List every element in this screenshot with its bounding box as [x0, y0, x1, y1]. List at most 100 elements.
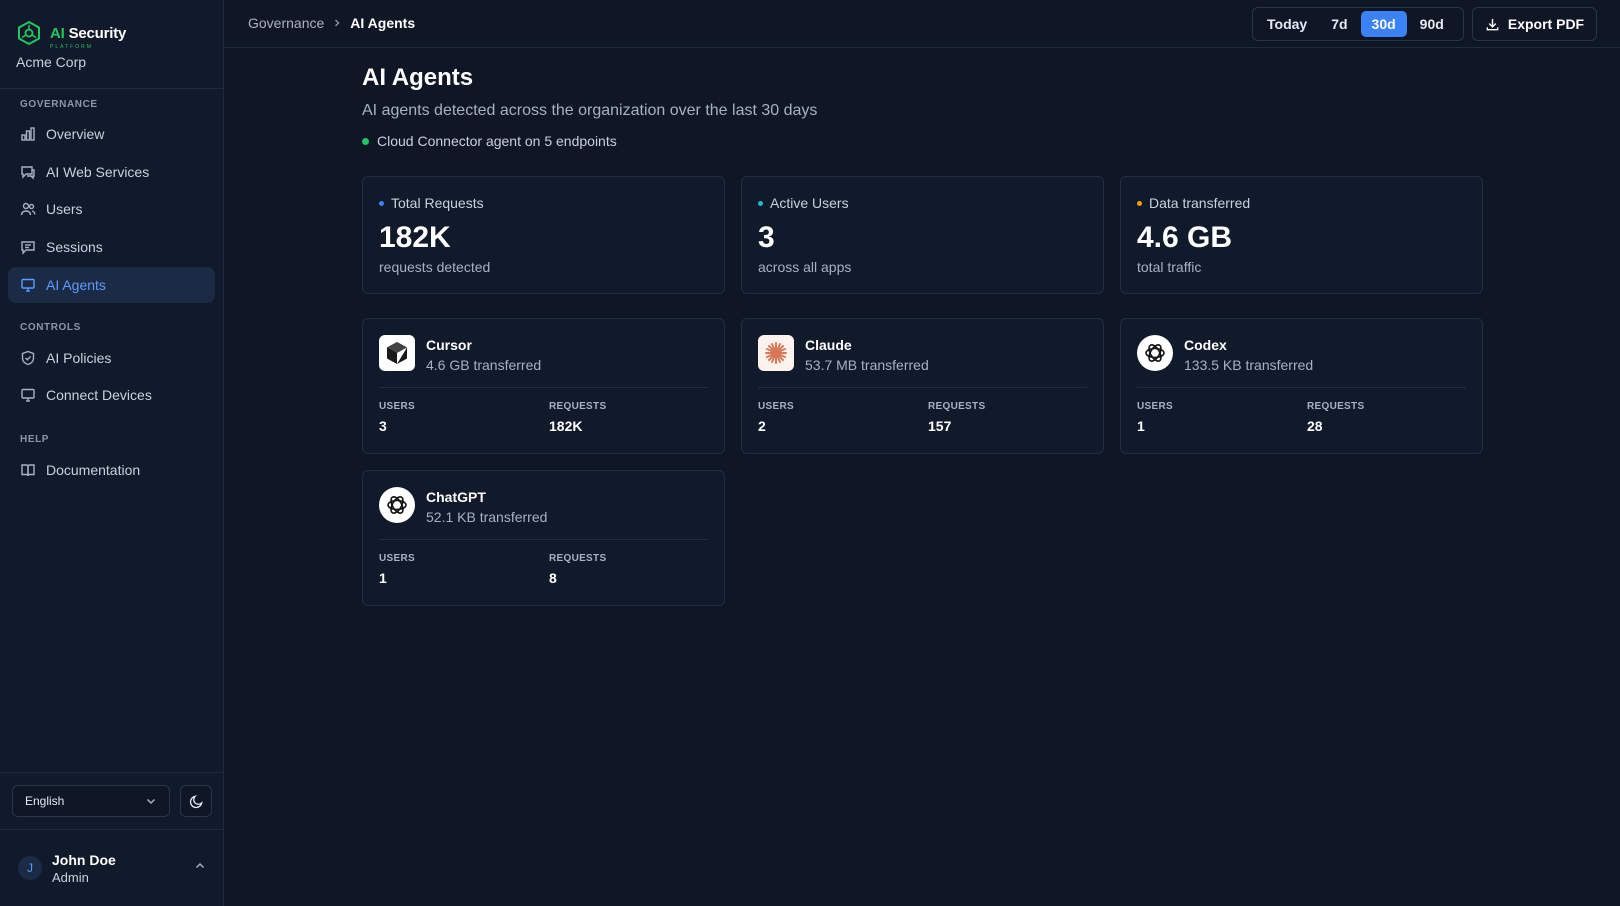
- divider: [758, 387, 1087, 388]
- stat-caption: requests detected: [379, 259, 491, 275]
- range-today-button[interactable]: Today: [1256, 11, 1318, 37]
- stat-value: 3: [758, 221, 775, 254]
- stat-value: 4.6 GB: [1137, 221, 1233, 254]
- monitor-icon: [21, 278, 35, 292]
- requests-label: REQUESTS: [928, 401, 986, 412]
- agent-name: ChatGPT: [426, 489, 486, 505]
- stat-label: Total Requests: [391, 195, 484, 211]
- connector-status: Cloud Connector agent on 5 endpoints: [362, 133, 617, 149]
- sidebar-item-label: AI Web Services: [46, 164, 150, 180]
- date-range-selector: Today 7d 30d 90d: [1252, 7, 1464, 41]
- agent-name: Claude: [805, 337, 852, 353]
- download-icon: [1486, 18, 1499, 30]
- range-7d-button[interactable]: 7d: [1320, 11, 1358, 37]
- sidebar-item-label: Sessions: [46, 239, 103, 255]
- export-pdf-button[interactable]: Export PDF: [1472, 7, 1597, 41]
- agent-name: Cursor: [426, 337, 472, 353]
- chevron-up-icon: [195, 862, 205, 869]
- stat-label: Active Users: [770, 195, 849, 211]
- divider: [379, 539, 708, 540]
- status-dot: [362, 137, 369, 145]
- users-label: USERS: [379, 401, 415, 412]
- divider: [0, 88, 224, 89]
- agent-transfer: 4.6 GB transferred: [426, 357, 542, 373]
- stat-card-total-requests: Total Requests 182K requests detected: [362, 176, 725, 294]
- agent-name: Codex: [1184, 337, 1227, 353]
- users-value: 2: [758, 418, 766, 434]
- cursor-logo-icon: [379, 335, 415, 371]
- breadcrumb-current: AI Agents: [350, 15, 416, 31]
- stat-value: 182K: [379, 221, 451, 254]
- agent-card-chatgpt[interactable]: ChatGPT 52.1 KB transferred USERS 1 REQU…: [362, 470, 725, 606]
- avatar: J: [18, 856, 42, 880]
- agent-transfer: 53.7 MB transferred: [805, 357, 929, 373]
- message-icon: [21, 241, 35, 255]
- breadcrumb-governance[interactable]: Governance: [248, 15, 324, 31]
- sidebar-item-documentation[interactable]: Documentation: [8, 452, 215, 488]
- sidebar-item-overview[interactable]: Overview: [8, 116, 215, 152]
- requests-label: REQUESTS: [549, 401, 607, 412]
- sidebar-item-label: Overview: [46, 126, 105, 142]
- brand-name: AI Security: [50, 24, 127, 42]
- sidebar-item-label: Connect Devices: [46, 387, 152, 403]
- users-label: USERS: [758, 401, 794, 412]
- stat-dot: [379, 200, 384, 206]
- section-label-help: HELP: [20, 434, 50, 445]
- users-icon: [20, 202, 36, 216]
- sidebar-item-ai-web-services[interactable]: AI Web Services: [8, 154, 215, 190]
- range-90d-button[interactable]: 90d: [1409, 11, 1455, 37]
- chevron-down-icon: [146, 798, 156, 805]
- sidebar-item-users[interactable]: Users: [8, 191, 215, 227]
- section-label-governance: GOVERNANCE: [20, 99, 98, 110]
- stat-dot: [1137, 200, 1142, 206]
- sidebar-item-label: AI Agents: [46, 277, 106, 293]
- openai-logo-icon: [379, 487, 415, 523]
- stat-dot: [758, 200, 763, 206]
- breadcrumb: Governance AI Agents: [248, 15, 415, 31]
- users-value: 1: [379, 570, 387, 586]
- chat-icon: [21, 166, 35, 180]
- theme-toggle-button[interactable]: [180, 785, 212, 817]
- sidebar-item-label: AI Policies: [46, 350, 112, 366]
- agent-transfer: 52.1 KB transferred: [426, 509, 548, 525]
- user-role: Admin: [52, 869, 89, 885]
- stat-card-data-transferred: Data transferred 4.6 GB total traffic: [1120, 176, 1483, 294]
- requests-value: 182K: [549, 418, 583, 434]
- requests-value: 8: [549, 570, 557, 586]
- divider: [1137, 387, 1466, 388]
- export-label: Export PDF: [1507, 16, 1585, 32]
- openai-logo-icon: [1137, 335, 1173, 371]
- requests-label: REQUESTS: [1307, 401, 1365, 412]
- moon-icon: [189, 794, 203, 808]
- stat-card-active-users: Active Users 3 across all apps: [741, 176, 1104, 294]
- divider: [0, 772, 224, 773]
- users-label: USERS: [379, 553, 415, 564]
- agent-card-claude[interactable]: Claude 53.7 MB transferred USERS 2 REQUE…: [741, 318, 1104, 454]
- sidebar-item-connect-devices[interactable]: Connect Devices: [8, 377, 215, 413]
- page-title: AI Agents: [362, 64, 474, 91]
- section-label-controls: CONTROLS: [20, 322, 81, 333]
- agent-card-codex[interactable]: Codex 133.5 KB transferred USERS 1 REQUE…: [1120, 318, 1483, 454]
- sidebar-item-label: Documentation: [46, 462, 141, 478]
- shield-icon: [21, 350, 35, 366]
- bar-chart-icon: [21, 127, 35, 141]
- agent-card-cursor[interactable]: Cursor 4.6 GB transferred USERS 3 REQUES…: [362, 318, 725, 454]
- stat-caption: across all apps: [758, 259, 852, 275]
- status-text: Cloud Connector agent on 5 endpoints: [377, 133, 617, 149]
- page-subtitle: AI agents detected across the organizati…: [362, 102, 818, 119]
- users-label: USERS: [1137, 401, 1173, 412]
- stat-caption: total traffic: [1137, 259, 1202, 275]
- monitor-icon: [21, 388, 35, 402]
- range-30d-button[interactable]: 30d: [1360, 11, 1407, 37]
- users-value: 3: [379, 418, 387, 434]
- language-select[interactable]: English: [12, 785, 170, 817]
- sidebar-item-ai-policies[interactable]: AI Policies: [8, 340, 215, 376]
- topbar: Governance AI Agents Today 7d 30d 90d Ex…: [224, 0, 1620, 48]
- brand[interactable]: AI Security PLATFORM: [16, 20, 126, 50]
- chevron-right-icon: [335, 19, 340, 27]
- sidebar-item-ai-agents[interactable]: AI Agents: [8, 267, 215, 303]
- sidebar-item-label: Users: [46, 201, 83, 217]
- book-icon: [21, 464, 35, 477]
- sidebar-item-sessions[interactable]: Sessions: [8, 229, 215, 265]
- user-menu[interactable]: J John Doe Admin: [18, 848, 214, 888]
